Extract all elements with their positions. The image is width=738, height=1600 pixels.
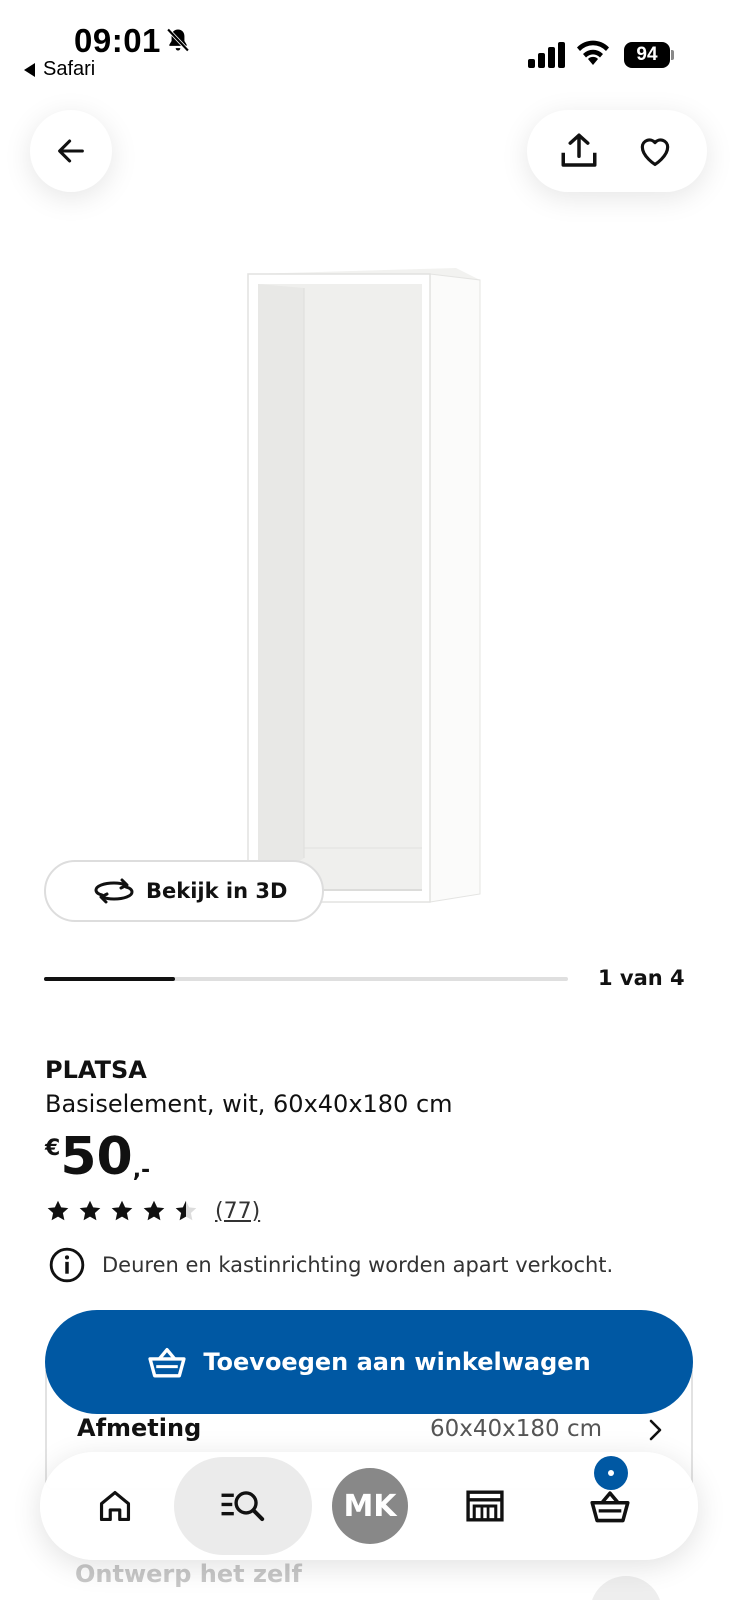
info-icon (49, 1247, 85, 1283)
status-bar: 09:01 Safari 94 (0, 0, 738, 90)
product-image[interactable] (230, 262, 500, 922)
price-amount: 50 (60, 1127, 133, 1187)
tab-home[interactable] (80, 1452, 150, 1560)
review-count-link[interactable]: (77) (215, 1199, 260, 1224)
cart-badge (594, 1456, 628, 1490)
carousel-progress[interactable] (44, 977, 568, 981)
view-in-3d-label: Bekijk in 3D (146, 879, 288, 903)
chevron-right-icon (649, 1419, 662, 1441)
arrow-left-icon (58, 139, 84, 163)
heart-icon (640, 138, 670, 167)
basket-icon (148, 1348, 186, 1378)
back-triangle-icon (24, 62, 35, 77)
store-icon (466, 1490, 504, 1522)
tab-store[interactable] (450, 1452, 520, 1560)
dimension-label: Afmeting (77, 1414, 202, 1442)
star-half-icon (175, 1200, 197, 1221)
product-rating[interactable]: (77) (45, 1198, 260, 1224)
status-time: 09:01 (74, 22, 161, 59)
cellular-signal-icon (528, 42, 565, 68)
home-icon (99, 1490, 131, 1522)
tab-search[interactable] (174, 1452, 312, 1560)
battery-nub (671, 50, 674, 60)
add-to-cart-label: Toevoegen aan winkelwagen (203, 1348, 591, 1376)
rotate-3d-icon (94, 878, 134, 904)
price-decimals: ,- (132, 1158, 151, 1183)
back-button[interactable] (30, 110, 112, 192)
share-button[interactable] (549, 121, 609, 181)
wifi-icon (577, 40, 609, 65)
bell-muted-icon (166, 28, 190, 52)
dimension-value: 60x40x180 cm (430, 1416, 603, 1442)
avatar: MK (332, 1468, 408, 1544)
back-app-label: Safari (43, 58, 96, 80)
star-full-icon (47, 1200, 69, 1221)
star-full-icon (79, 1200, 101, 1221)
add-to-cart-button[interactable]: Toevoegen aan winkelwagen (45, 1310, 693, 1414)
search-list-icon (221, 1491, 265, 1522)
info-notice: Deuren en kastinrichting worden apart ve… (48, 1246, 613, 1284)
price-currency: € (45, 1136, 61, 1161)
info-notice-text: Deuren en kastinrichting worden apart ve… (102, 1253, 614, 1277)
cart-icon (590, 1491, 630, 1523)
cart-badge-dot (608, 1470, 614, 1476)
battery-indicator: 94 (624, 42, 674, 68)
product-brand: PLATSA (45, 1056, 147, 1084)
design-yourself-link[interactable]: Ontwerp het zelf (75, 1560, 302, 1588)
view-in-3d-button[interactable]: Bekijk in 3D (44, 860, 324, 922)
header-actions (527, 110, 707, 192)
favorite-button[interactable] (625, 121, 685, 181)
scroll-to-top-button[interactable] (590, 1576, 662, 1600)
tab-profile[interactable]: MK (330, 1452, 410, 1560)
rating-stars (45, 1198, 205, 1224)
battery-level: 94 (624, 42, 670, 68)
product-price: € 50 ,- (45, 1128, 150, 1186)
carousel-progress-fill (44, 977, 175, 981)
share-icon (561, 133, 597, 167)
star-full-icon (111, 1200, 133, 1221)
star-full-icon (143, 1200, 165, 1221)
back-to-safari-link[interactable]: Safari (24, 58, 95, 81)
carousel-page-indicator: 1 van 4 (598, 966, 685, 990)
product-description: Basiselement, wit, 60x40x180 cm (45, 1090, 453, 1118)
